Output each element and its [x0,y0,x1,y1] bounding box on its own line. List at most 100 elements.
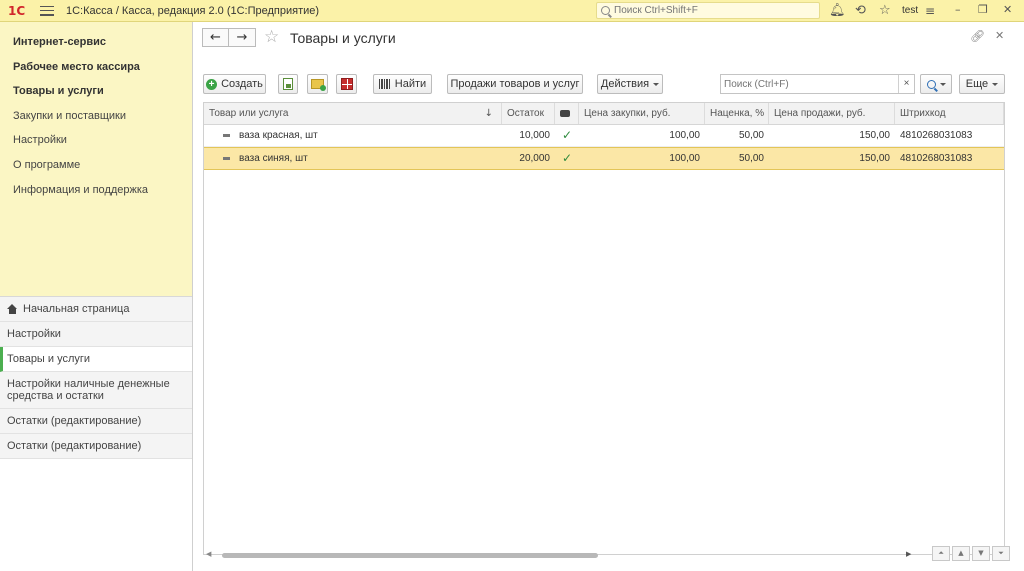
cell-sale-price: 150,00 [859,153,890,164]
forward-arrow-icon[interactable]: → [229,28,256,47]
report-button[interactable] [336,74,357,94]
search-icon [926,79,936,89]
next-page-icon[interactable]: ▼ [972,546,990,561]
section-goods-services[interactable]: Товары и услуги [0,83,192,108]
main-content: ← → ☆ Товары и услуги 🔗︎ ✕ + Создать Най… [194,22,1024,571]
search-options-button[interactable] [920,74,952,94]
back-arrow-icon[interactable]: ← [202,28,229,47]
app-title: 1С:Касса / Касса, редакция 2.0 (1С:Предп… [66,4,320,17]
window-close-icon[interactable]: ✕ [1003,3,1012,16]
actions-dropdown[interactable]: Действия [597,74,663,94]
section-about[interactable]: О программе [0,157,192,182]
table-report-icon [340,78,353,90]
cell-name: ваза синяя, шт [204,148,502,169]
section-internet-service[interactable]: Интернет-сервис [0,34,192,59]
list-search-input[interactable] [721,78,891,90]
section-cashier-workplace[interactable]: Рабочее место кассира [0,59,192,84]
section-settings[interactable]: Настройки [0,132,192,157]
favorites-star-icon[interactable]: ☆ [879,3,891,19]
barcode-icon [378,79,391,89]
copy-document-icon [283,78,293,90]
scroll-left-icon[interactable]: ◀ [206,550,211,558]
cell-stock: 10,000 [519,130,550,141]
checkmark-icon: ✓ [561,151,573,165]
open-window-goods[interactable]: Товары и услуги [0,347,192,372]
chevron-down-icon [939,82,946,86]
item-icon [223,134,230,137]
more-label: Еще [965,78,989,90]
open-window-settings[interactable]: Настройки [0,322,192,347]
column-header-barcode[interactable]: Штрихкод [895,103,1004,124]
restore-icon[interactable]: ❐ [978,3,988,16]
sections-panel: Интернет-сервис Рабочее место кассира То… [0,22,192,297]
favorite-star-icon[interactable]: ☆ [264,27,279,47]
column-header-purchase-price[interactable]: Цена закупки, руб. [579,103,705,124]
column-header-flag[interactable] [555,103,579,124]
table-row[interactable]: ваза красная, шт 10,000 ✓ 100,00 50,00 1… [204,125,1004,147]
open-window-label: Начальная страница [23,303,130,315]
user-name[interactable]: test [902,5,918,16]
cell-sale-price: 150,00 [859,130,890,141]
sales-label: Продажи товаров и услуг [450,78,580,90]
bell-icon[interactable]: 🔔︎ [829,3,846,19]
find-label: Найти [394,78,427,90]
horizontal-scrollbar[interactable]: ◀ ▶ [206,550,914,558]
cell-stock: 20,000 [519,153,550,164]
1c-logo-icon: 1С [8,3,26,18]
create-group-button[interactable] [307,74,328,94]
scroll-right-icon[interactable]: ▶ [906,550,911,558]
copy-button[interactable] [278,74,298,94]
table-row-selected[interactable]: ваза синяя, шт 20,000 ✓ 100,00 50,00 150… [204,147,1004,170]
global-search[interactable] [596,2,820,19]
cell-name: ваза красная, шт [204,125,502,146]
settings-menu-icon[interactable]: ≡ [925,3,935,19]
open-window-balances-1[interactable]: Остатки (редактирование) [0,409,192,434]
list-search[interactable]: × [720,74,915,94]
create-button[interactable]: + Создать [203,74,266,94]
minimize-icon[interactable]: – [955,3,961,16]
column-header-sale-price[interactable]: Цена продажи, руб. [769,103,895,124]
more-dropdown[interactable]: Еще [959,74,1005,94]
clear-search-icon[interactable]: × [898,75,914,93]
section-support[interactable]: Информация и поддержка [0,182,192,207]
actions-label: Действия [600,78,650,90]
open-window-home[interactable]: Начальная страница [0,297,192,322]
cell-markup: 50,00 [738,130,764,141]
page-title: Товары и услуги [290,30,396,46]
goods-table: Товар или услуга ↓ Остаток Цена закупки,… [203,102,1005,555]
sales-button[interactable]: Продажи товаров и услуг [447,74,583,94]
open-window-cash-settings[interactable]: Настройки наличные денежные средства и о… [0,372,192,409]
section-purchases[interactable]: Закупки и поставщики [0,108,192,133]
nav-buttons: ← → [202,28,256,47]
create-label: Создать [221,78,263,90]
open-window-balances-2[interactable]: Остатки (редактирование) [0,434,192,459]
stack-icon [560,110,570,117]
list-pager: ⏶ ▲ ▼ ⏷ [932,546,1012,561]
folder-add-icon [311,79,326,91]
open-windows-panel: Начальная страница Настройки Товары и ус… [0,297,192,459]
scrollbar-thumb[interactable] [222,553,598,558]
cell-markup: 50,00 [738,153,764,164]
history-icon[interactable]: ⟲ [855,3,866,19]
column-header-markup[interactable]: Наценка, % [705,103,769,124]
link-icon[interactable]: 🔗︎ [970,29,985,43]
column-header-name[interactable]: Товар или услуга ↓ [204,103,502,124]
title-bar: 1С 1С:Касса / Касса, редакция 2.0 (1С:Пр… [0,0,1024,22]
first-page-icon[interactable]: ⏶ [932,546,950,561]
cell-purchase-price: 100,00 [669,153,700,164]
find-button[interactable]: Найти [373,74,432,94]
hamburger-menu-icon[interactable] [40,5,54,16]
item-icon [223,157,230,160]
chevron-down-icon [992,82,999,86]
chevron-down-icon [653,82,660,86]
global-search-input[interactable] [614,5,804,16]
last-page-icon[interactable]: ⏷ [992,546,1010,561]
home-icon [7,304,18,314]
checkmark-icon: ✓ [561,128,573,142]
column-header-stock[interactable]: Остаток [502,103,555,124]
close-icon[interactable]: ✕ [995,29,1004,42]
table-header: Товар или услуга ↓ Остаток Цена закупки,… [204,103,1004,125]
toolbar: + Создать Найти Продажи товаров и услуг … [194,74,1024,95]
search-icon [601,6,610,15]
prev-page-icon[interactable]: ▲ [952,546,970,561]
